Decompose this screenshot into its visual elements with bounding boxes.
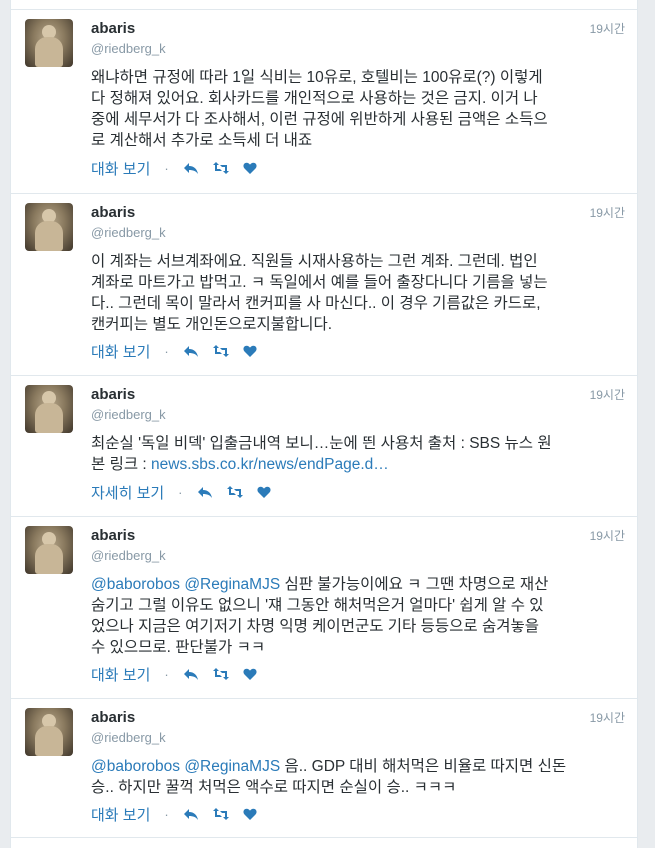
tweet-actions: 자세히 보기 · bbox=[91, 482, 273, 502]
user-name[interactable]: abaris bbox=[91, 20, 135, 37]
separator-dot: · bbox=[164, 160, 169, 176]
favorite-icon[interactable] bbox=[243, 667, 259, 681]
timestamp[interactable]: 19시간 bbox=[590, 386, 625, 403]
tweet[interactable]: abaris @riedberg_k 19시간 이 계좌는 서브계좌에요. 직원… bbox=[11, 193, 637, 375]
retweet-icon[interactable] bbox=[212, 667, 229, 681]
tweet-actions: 대화 보기 · bbox=[91, 158, 259, 178]
tweet-stream: abaris @riedberg_k 19시간 왜냐하면 규정에 따라 1일 식… bbox=[10, 0, 638, 848]
expand-link[interactable]: 자세히 보기 bbox=[91, 482, 164, 503]
tweet[interactable]: abaris @riedberg_k 19시간 @baborobos @Regi… bbox=[11, 698, 637, 838]
mention-link[interactable]: @baborobos bbox=[91, 758, 180, 775]
reply-icon[interactable] bbox=[183, 807, 199, 821]
tweet-text: 최순실 '독일 비덱' 입출금내역 보니…눈에 띈 사용처 출처 : SBS 뉴… bbox=[91, 433, 627, 475]
reply-icon[interactable] bbox=[183, 667, 199, 681]
timestamp[interactable]: 19시간 bbox=[590, 204, 625, 221]
tweet[interactable]: abaris @riedberg_k 19시간 @baborobos @Regi… bbox=[11, 516, 637, 698]
user-name[interactable]: abaris bbox=[91, 527, 135, 544]
tweet-link[interactable]: news.sbs.co.kr/news/endPage.d… bbox=[151, 456, 389, 473]
reply-icon[interactable] bbox=[183, 161, 199, 175]
tweet-text: @baborobos @ReginaMJS 심판 불가능이에요 ㅋ 그땐 차명으… bbox=[91, 574, 627, 658]
separator-dot: · bbox=[178, 484, 183, 500]
tweet-actions: 대화 보기 · bbox=[91, 664, 259, 684]
avatar[interactable] bbox=[25, 19, 73, 67]
avatar[interactable] bbox=[25, 708, 73, 756]
user-handle[interactable]: @riedberg_k bbox=[91, 225, 166, 240]
user-name[interactable]: abaris bbox=[91, 386, 135, 403]
avatar[interactable] bbox=[25, 385, 73, 433]
reply-icon[interactable] bbox=[183, 344, 199, 358]
timestamp[interactable]: 19시간 bbox=[590, 20, 625, 37]
mention-link[interactable]: @ReginaMJS bbox=[184, 758, 280, 775]
view-conversation-link[interactable]: 대화 보기 bbox=[91, 158, 150, 179]
view-conversation-link[interactable]: 대화 보기 bbox=[91, 341, 150, 362]
tweet-actions: 대화 보기 · bbox=[91, 341, 259, 361]
separator-dot: · bbox=[164, 343, 169, 359]
reply-icon[interactable] bbox=[197, 485, 213, 499]
user-handle[interactable]: @riedberg_k bbox=[91, 41, 166, 56]
retweet-icon[interactable] bbox=[212, 807, 229, 821]
tweet-text: @baborobos @ReginaMJS 음.. GDP 대비 해처먹은 비율… bbox=[91, 756, 627, 798]
user-name[interactable]: abaris bbox=[91, 709, 135, 726]
avatar[interactable] bbox=[25, 526, 73, 574]
timestamp[interactable]: 19시간 bbox=[590, 527, 625, 544]
retweet-icon[interactable] bbox=[226, 485, 243, 499]
favorite-icon[interactable] bbox=[243, 344, 259, 358]
view-conversation-link[interactable]: 대화 보기 bbox=[91, 664, 150, 685]
tweet-actions: 대화 보기 · bbox=[91, 804, 259, 824]
user-handle[interactable]: @riedberg_k bbox=[91, 548, 166, 563]
tweet-text: 왜냐하면 규정에 따라 1일 식비는 10유로, 호텔비는 100유로(?) 이… bbox=[91, 69, 548, 149]
separator-dot: · bbox=[164, 806, 169, 822]
separator-dot: · bbox=[164, 666, 169, 682]
view-conversation-link[interactable]: 대화 보기 bbox=[91, 804, 150, 825]
user-handle[interactable]: @riedberg_k bbox=[91, 407, 166, 422]
retweet-icon[interactable] bbox=[212, 161, 229, 175]
tweet[interactable]: abaris @riedberg_k 19시간 최순실 '독일 비덱' 입출금내… bbox=[11, 375, 637, 516]
user-handle[interactable]: @riedberg_k bbox=[91, 730, 166, 745]
user-name[interactable]: abaris bbox=[91, 204, 135, 221]
timestamp[interactable]: 19시간 bbox=[590, 709, 625, 726]
favorite-icon[interactable] bbox=[243, 161, 259, 175]
favorite-icon[interactable] bbox=[243, 807, 259, 821]
avatar[interactable] bbox=[25, 203, 73, 251]
tweet[interactable]: abaris @riedberg_k 19시간 왜냐하면 규정에 따라 1일 식… bbox=[11, 9, 637, 193]
mention-link[interactable]: @baborobos bbox=[91, 576, 180, 593]
tweet-text: 이 계좌는 서브계좌에요. 직원들 시재사용하는 그런 계좌. 그런데. 법인 … bbox=[91, 253, 548, 333]
retweet-icon[interactable] bbox=[212, 344, 229, 358]
favorite-icon[interactable] bbox=[256, 485, 273, 499]
mention-link[interactable]: @ReginaMJS bbox=[184, 576, 280, 593]
